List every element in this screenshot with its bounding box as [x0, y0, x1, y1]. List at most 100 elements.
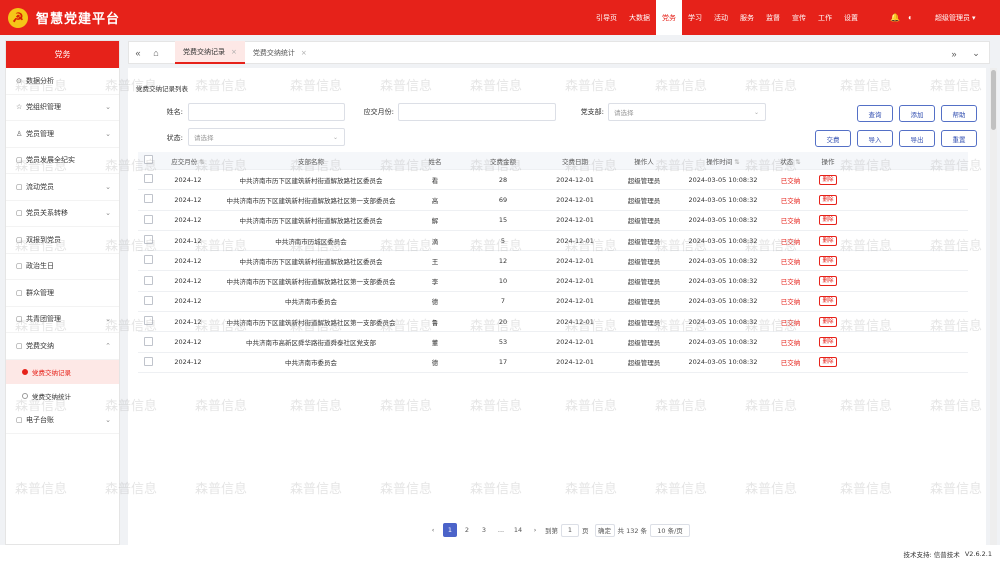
row-checkbox-cell[interactable]: [138, 316, 158, 327]
page-button-0[interactable]: 1: [443, 523, 457, 537]
table-row[interactable]: 2024-12 中共济南市历下区建筑新村街道解放路社区第一支部委员会 李 10 2024…: [138, 271, 968, 292]
scrollbar-thumb[interactable]: [991, 70, 996, 130]
tab-0[interactable]: 党费交纳记录 ×: [175, 41, 245, 64]
pay-button[interactable]: 交费: [815, 130, 851, 147]
row-checkbox[interactable]: [143, 255, 153, 265]
sidebar-item-items7[interactable]: ▢ 政治生日: [6, 254, 119, 280]
delete-button[interactable]: 删除: [819, 337, 837, 348]
select-all-checkbox[interactable]: [143, 155, 153, 164]
nav-item-6[interactable]: 监督: [760, 0, 786, 35]
column-header[interactable]: 状态 ⇅: [768, 156, 813, 166]
page-button-2[interactable]: 3: [477, 523, 491, 537]
column-header[interactable]: 交费日期: [540, 156, 610, 166]
confirm-button[interactable]: 确定: [594, 523, 615, 537]
user-menu[interactable]: 超级管理员 ▾: [935, 0, 976, 35]
export-button[interactable]: 导出: [899, 130, 935, 147]
table-row[interactable]: 2024-12 中共济南市历下区建筑新村街道解放路社区委员会 王 12 2024-12-…: [138, 251, 968, 272]
home-icon[interactable]: ⌂: [147, 48, 165, 58]
theme-icon[interactable]: ◐: [908, 13, 913, 22]
sidebar-item-items9[interactable]: ▢ 共青团管理 ⌄: [6, 307, 119, 333]
sort-icon[interactable]: ⇅: [197, 158, 204, 166]
nav-item-1[interactable]: 大数据: [623, 0, 656, 35]
tab-menu-icon[interactable]: ⌄: [967, 48, 985, 59]
bell-icon[interactable]: 🔔: [890, 13, 900, 22]
close-icon[interactable]: ×: [301, 49, 307, 57]
delete-button[interactable]: 删除: [819, 194, 837, 205]
page-button-1[interactable]: 2: [460, 523, 474, 537]
sort-icon[interactable]: ⇅: [732, 158, 739, 166]
sidebar-item-after_items0[interactable]: ▢ 电子台账 ⌄: [6, 408, 119, 434]
delete-button[interactable]: 删除: [819, 174, 837, 185]
header-checkbox-cell[interactable]: [138, 155, 158, 166]
tab-1[interactable]: 党费交纳统计 ×: [245, 41, 315, 64]
sidebar-item-items10[interactable]: ▢ 党费交纳 ⌃: [6, 333, 119, 360]
column-header[interactable]: 操作时间 ⇅: [678, 156, 768, 166]
goto-page-input[interactable]: 1: [561, 523, 579, 537]
row-checkbox[interactable]: [143, 295, 153, 305]
nav-item-4[interactable]: 活动: [708, 0, 734, 35]
delete-button[interactable]: 删除: [819, 235, 837, 246]
delete-button[interactable]: 删除: [819, 357, 837, 368]
row-checkbox-cell[interactable]: [138, 194, 158, 205]
nav-item-9[interactable]: 设置: [838, 0, 864, 35]
sort-icon[interactable]: ⇅: [793, 158, 800, 166]
row-checkbox-cell[interactable]: [138, 356, 158, 368]
row-checkbox[interactable]: [143, 336, 153, 346]
sidebar-item-items3[interactable]: ▢ 党员发展全纪实: [6, 148, 119, 174]
column-header[interactable]: 支部名称: [218, 156, 404, 166]
column-header[interactable]: 操作: [813, 156, 843, 166]
status-select[interactable]: 请选择 ⌄: [188, 128, 345, 146]
nav-item-2[interactable]: 党务: [656, 0, 682, 35]
query-button[interactable]: 查询: [857, 105, 893, 122]
sidebar-item-items2[interactable]: ♙ 党员管理 ⌄: [6, 121, 119, 148]
row-checkbox[interactable]: [143, 275, 153, 285]
table-row[interactable]: 2024-12 中共济南市历下区建筑新村街道解放路社区委员会 看 28 2024-12-…: [138, 170, 968, 191]
table-row[interactable]: 2024-12 中共济南市历下区建筑新村街道解放路社区第一支部委员会 高 69 2024…: [138, 190, 968, 211]
help-button[interactable]: 帮助: [941, 105, 977, 122]
nav-item-5[interactable]: 服务: [734, 0, 760, 35]
column-header[interactable]: 姓名: [404, 156, 466, 166]
add-button[interactable]: 添加: [899, 105, 935, 122]
column-header[interactable]: 交费金额: [466, 156, 540, 166]
delete-button[interactable]: 删除: [819, 316, 837, 327]
row-checkbox-cell[interactable]: [138, 174, 158, 185]
row-checkbox[interactable]: [143, 194, 153, 204]
sidebar-item-items8[interactable]: ▢ 群众管理: [6, 280, 119, 307]
table-row[interactable]: 2024-12 中共济南市高新区舜华路街道舜泰社区党支部 董 53 2024-12-01…: [138, 332, 968, 353]
row-checkbox-cell[interactable]: [138, 295, 158, 307]
row-checkbox-cell[interactable]: [138, 336, 158, 348]
import-button[interactable]: 导入: [857, 130, 893, 147]
next-page-button[interactable]: ›: [528, 523, 542, 537]
sidebar-item-items5[interactable]: ▢ 党员关系转移 ⌄: [6, 201, 119, 227]
row-checkbox[interactable]: [143, 316, 153, 326]
row-checkbox[interactable]: [143, 356, 153, 366]
sidebar-item-items4[interactable]: ▢ 流动党员 ⌄: [6, 174, 119, 201]
prev-page-button[interactable]: ‹: [426, 523, 440, 537]
row-checkbox-cell[interactable]: [138, 255, 158, 266]
nav-item-3[interactable]: 学习: [682, 0, 708, 35]
row-checkbox[interactable]: [143, 235, 153, 245]
column-header[interactable]: 应交月份 ⇅: [158, 156, 218, 166]
row-checkbox-cell[interactable]: [138, 275, 158, 287]
month-input[interactable]: [398, 103, 556, 121]
table-row[interactable]: 2024-12 中共济南市委员会 德 17 2024-12-01 超级管理员 2024-03…: [138, 353, 968, 373]
sidebar-item-items6[interactable]: ▢ 双报到党员: [6, 227, 119, 254]
table-row[interactable]: 2024-12 中共济南市历城区委员会 滴 5 2024-12-01 超级管理员 2024-…: [138, 231, 968, 252]
row-checkbox[interactable]: [143, 214, 153, 224]
delete-button[interactable]: 删除: [819, 296, 837, 307]
nav-item-0[interactable]: 引导页: [590, 0, 623, 35]
delete-button[interactable]: 删除: [819, 276, 837, 287]
sidebar-subitem-1[interactable]: 党费交纳统计: [6, 384, 119, 408]
row-checkbox-cell[interactable]: [138, 235, 158, 246]
page-button-3[interactable]: ...: [494, 523, 508, 537]
scrollbar[interactable]: [990, 68, 997, 545]
table-row[interactable]: 2024-12 中共济南市历下区建筑新村街道解放路社区第一支部委员会 鲁 20 2024…: [138, 312, 968, 333]
delete-button[interactable]: 删除: [819, 215, 837, 226]
sidebar-subitem-0[interactable]: 党费交纳记录: [6, 359, 119, 384]
table-row[interactable]: 2024-12 中共济南市委员会 德 7 2024-12-01 超级管理员 2024-03-…: [138, 292, 968, 313]
column-header[interactable]: 操作人: [610, 156, 678, 166]
page-size-select[interactable]: 10 条/页: [650, 523, 691, 537]
row-checkbox-cell[interactable]: [138, 214, 158, 226]
name-input[interactable]: [188, 103, 345, 121]
nav-item-7[interactable]: 宣传: [786, 0, 812, 35]
